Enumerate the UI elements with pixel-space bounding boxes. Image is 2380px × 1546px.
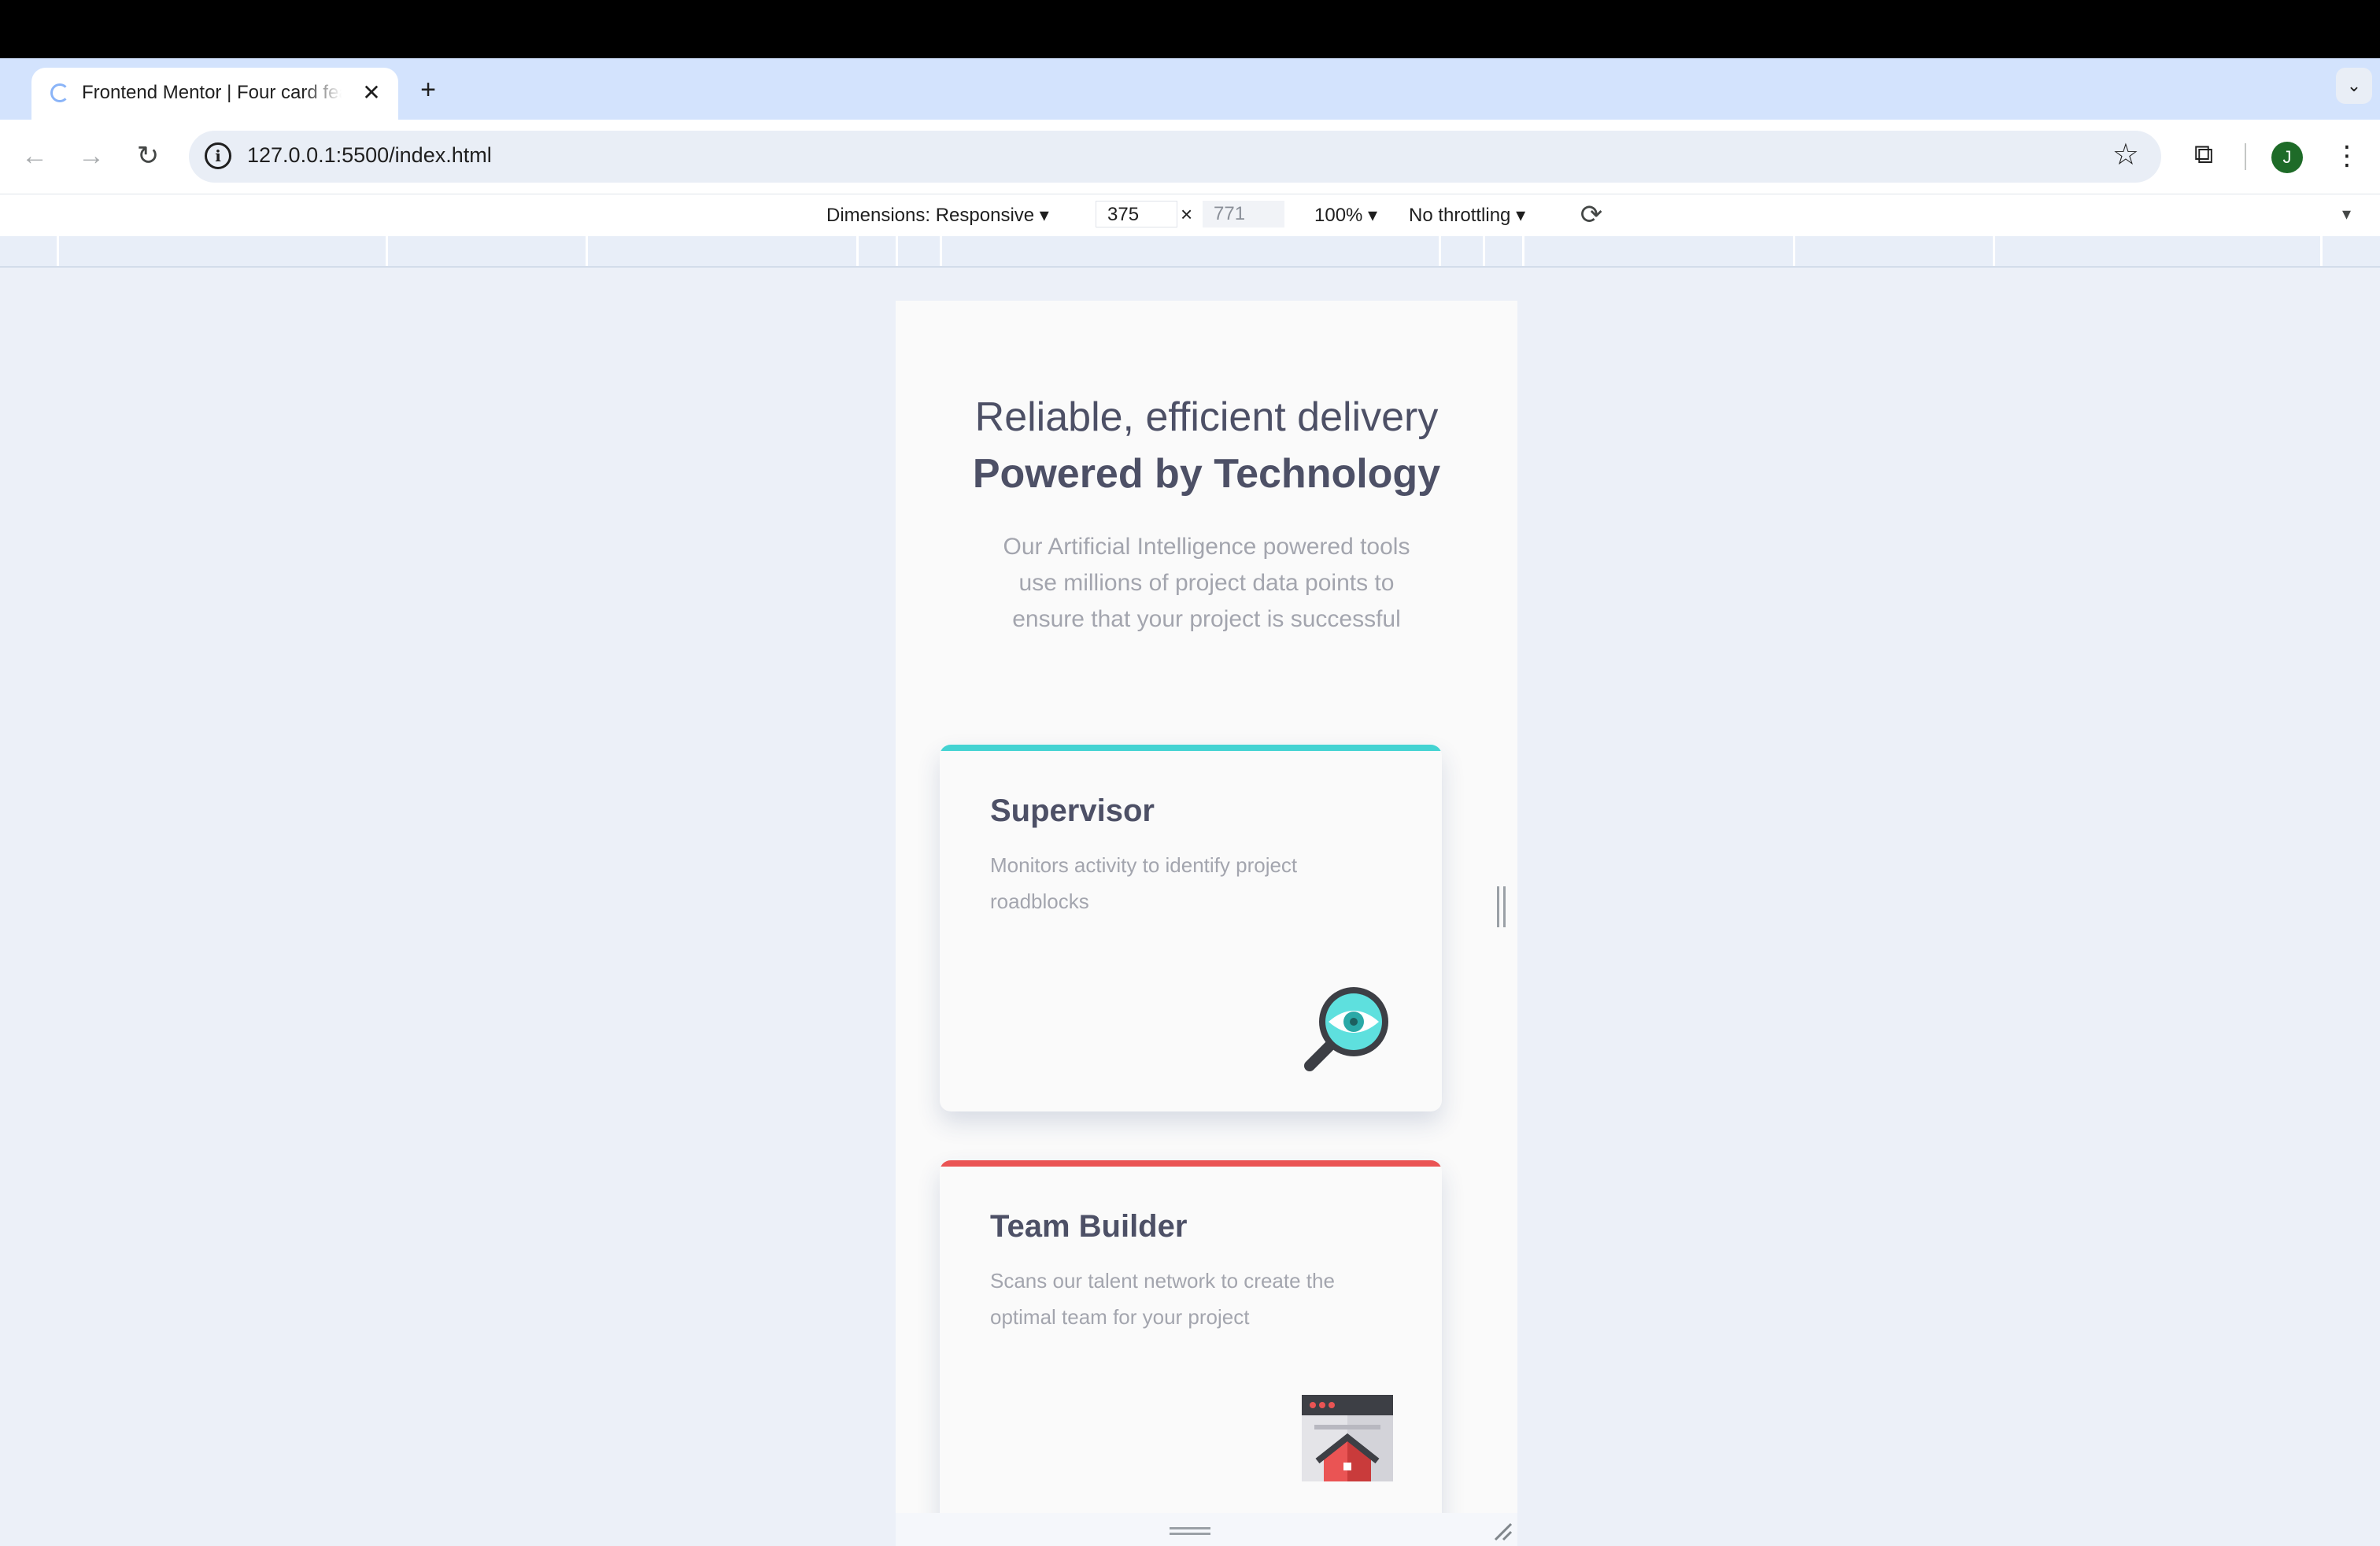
viewport-width-input[interactable]: 375 xyxy=(1096,201,1177,227)
card-description: Scans our talent network to create the o… xyxy=(990,1263,1399,1335)
ruler-breakpoint[interactable] xyxy=(1993,236,1995,266)
dimension-times-label: × xyxy=(1181,202,1193,226)
ruler-breakpoint[interactable] xyxy=(1793,236,1795,266)
extensions-puzzle-icon[interactable]: ⧉ xyxy=(2186,137,2221,172)
throttling-select[interactable]: No throttling ▾ xyxy=(1409,204,1525,227)
ruler-breakpoint[interactable] xyxy=(896,236,898,266)
bottom-grip-icon[interactable] xyxy=(1170,1527,1210,1535)
forward-arrow-icon[interactable]: → xyxy=(72,137,110,175)
feature-card-team-builder: Team Builder Scans our talent network to… xyxy=(940,1160,1442,1513)
zoom-select[interactable]: 100% ▾ xyxy=(1314,204,1377,227)
card-description-line: Scans our talent network to create the xyxy=(990,1269,1335,1293)
viewport-bottom-resizer[interactable] xyxy=(896,1513,1517,1546)
corner-resize-icon[interactable] xyxy=(1492,1521,1513,1541)
card-accent-bar xyxy=(940,1160,1442,1167)
description-line: use millions of project data points to xyxy=(1018,570,1395,596)
browser-tab[interactable]: Frontend Mentor | Four card feature sect… xyxy=(31,68,398,120)
page-subheading: Reliable, efficient delivery xyxy=(974,394,1439,440)
card-accent-bar xyxy=(940,745,1442,751)
handle-line xyxy=(1503,886,1506,927)
device-options-icon[interactable]: ▾ xyxy=(2342,204,2351,224)
tab-close-icon[interactable]: ✕ xyxy=(357,79,386,107)
card-description-line: Monitors activity to identify project xyxy=(990,853,1298,877)
tab-title: Frontend Mentor | Four card feature sect… xyxy=(82,82,342,103)
reload-icon[interactable]: ↻ xyxy=(129,137,167,175)
device-toolbar: Dimensions: Responsive ▾ 375 × 771 100% … xyxy=(0,194,2380,236)
card-title: Supervisor xyxy=(990,793,1155,828)
ruler-breakpoint[interactable] xyxy=(1439,236,1441,266)
ruler-breakpoint[interactable] xyxy=(856,236,859,266)
toolbar-divider xyxy=(2245,143,2246,170)
ruler-breakpoint[interactable] xyxy=(2320,236,2323,266)
dimensions-select[interactable]: Dimensions: Responsive ▾ xyxy=(826,204,1049,227)
ruler-breakpoint[interactable] xyxy=(386,236,388,266)
address-bar[interactable]: i 127.0.0.1:5500/index.html ☆ xyxy=(189,131,2161,183)
site-info-icon[interactable]: i xyxy=(205,142,231,169)
rotate-icon[interactable]: ⟳ xyxy=(1576,199,1607,231)
profile-avatar[interactable]: J xyxy=(2271,142,2303,173)
loading-favicon-icon xyxy=(50,83,69,102)
tab-search-icon[interactable]: ⌄ xyxy=(2336,68,2372,104)
viewport-height-input[interactable]: 771 xyxy=(1203,201,1284,227)
viewport-resize-handle[interactable] xyxy=(1495,886,1508,927)
page-description: Our Artificial Intelligence powered tool… xyxy=(951,529,1462,638)
feature-card-supervisor: Supervisor Monitors activity to identify… xyxy=(940,745,1442,1111)
media-query-ruler[interactable] xyxy=(0,236,2380,268)
browser-toolbar: ← → ↻ i 127.0.0.1:5500/index.html ☆ ⧉ J … xyxy=(0,120,2380,194)
tab-strip: Frontend Mentor | Four card feature sect… xyxy=(0,58,2380,120)
ruler-breakpoint[interactable] xyxy=(940,236,942,266)
handle-line xyxy=(1497,886,1499,927)
browser-menu-icon[interactable]: ⋮ xyxy=(2331,137,2363,175)
team-builder-icon xyxy=(1302,1395,1393,1481)
description-line: Our Artificial Intelligence powered tool… xyxy=(1003,534,1410,560)
ruler-breakpoint[interactable] xyxy=(1522,236,1524,266)
page-title: Powered by Technology xyxy=(972,451,1441,497)
ruler-breakpoint[interactable] xyxy=(1483,236,1485,266)
emulated-page: Reliable, efficient delivery Powered by … xyxy=(896,301,1517,1513)
card-description-line: optimal team for your project xyxy=(990,1305,1250,1329)
ruler-breakpoint[interactable] xyxy=(586,236,588,266)
ruler-breakpoint[interactable] xyxy=(57,236,59,266)
card-title: Team Builder xyxy=(990,1209,1188,1244)
url-text[interactable]: 127.0.0.1:5500/index.html xyxy=(247,143,492,168)
system-menu-bar xyxy=(0,0,2380,58)
card-description-line: roadblocks xyxy=(990,890,1089,913)
supervisor-magnifier-icon xyxy=(1304,987,1388,1071)
back-arrow-icon[interactable]: ← xyxy=(16,137,54,175)
description-line: ensure that your project is successful xyxy=(1012,606,1401,632)
bookmark-star-icon[interactable]: ☆ xyxy=(2112,137,2139,172)
card-description: Monitors activity to identify project ro… xyxy=(990,847,1399,919)
new-tab-icon[interactable]: + xyxy=(412,74,444,105)
